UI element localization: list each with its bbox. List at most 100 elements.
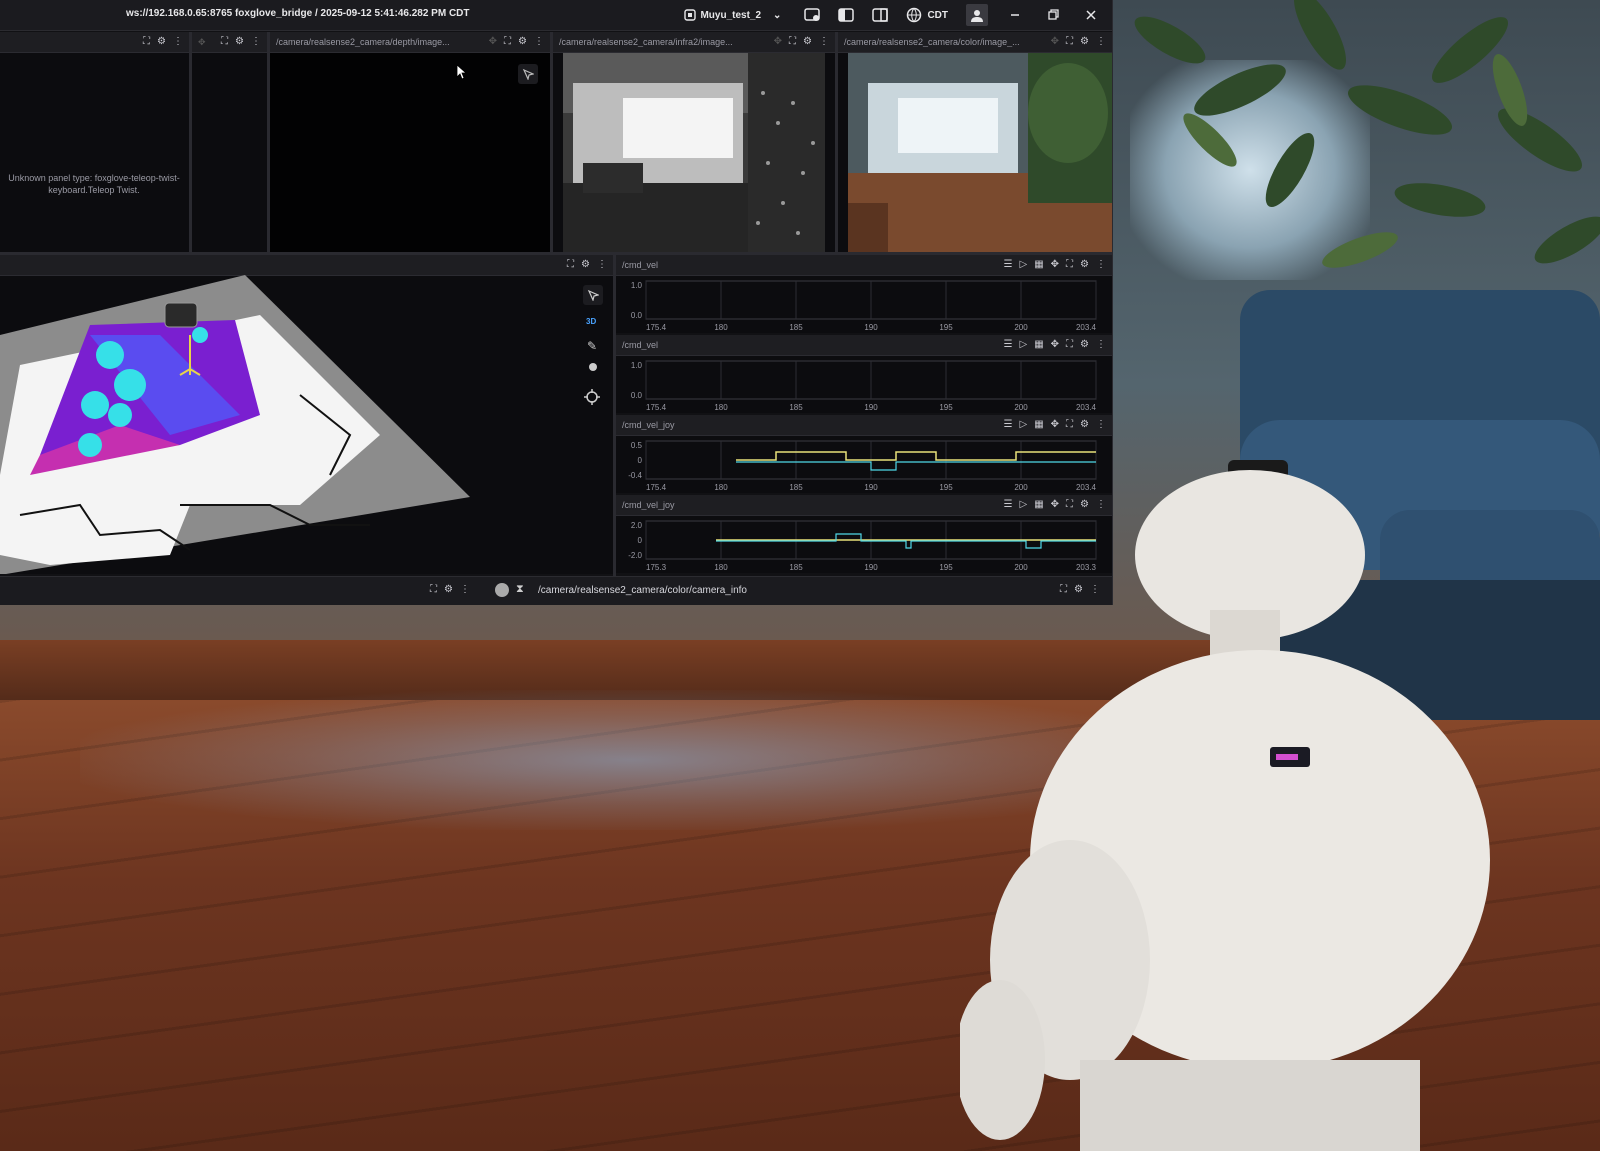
move-icon[interactable]: ✥ [198,37,206,47]
more-icon[interactable]: ⋮ [460,585,470,595]
globe-icon[interactable] [903,4,925,26]
more-icon[interactable]: ⋮ [1096,420,1106,430]
y-tick-label: 0 [638,536,643,545]
fullscreen-icon[interactable]: ⛶ [221,37,228,47]
fullscreen-icon[interactable]: ⛶ [1066,37,1073,47]
measure-ruler-icon[interactable]: ✎ [587,339,597,353]
save-icon[interactable]: ▦ [1034,260,1043,270]
close-window-icon[interactable] [1080,4,1102,26]
move-icon[interactable]: ✥ [1051,420,1059,430]
gear-icon[interactable]: ⚙ [235,37,244,47]
move-icon[interactable]: ✥ [774,37,782,47]
x-tick-label: 180 [714,483,728,492]
gear-icon[interactable]: ⚙ [518,37,527,47]
y-tick-label: 0 [638,456,643,465]
x-tick-label: 190 [864,563,878,572]
fullscreen-icon[interactable]: ⛶ [567,260,574,270]
layout-icon [684,9,697,21]
minimize-icon[interactable] [1004,4,1026,26]
save-icon[interactable]: ▦ [1034,420,1043,430]
play-icon[interactable]: ▷ [1019,420,1027,430]
plot-panel: /cmd_vel ☰ ▷ ▦ ✥ ⛶ ⚙ ⋮ 175.4 180 185 190 195 200 203.4… [616,335,1112,413]
move-icon[interactable]: ✥ [1051,340,1059,350]
gear-icon[interactable]: ⚙ [1080,37,1089,47]
point-marker-icon[interactable] [589,363,597,371]
fullscreen-icon[interactable]: ⛶ [1060,585,1067,595]
play-icon[interactable]: ▷ [1019,340,1027,350]
plot-chart: 175.4 180 185 190 195 200 203.4 1.0 0.0 [631,360,1097,412]
more-icon[interactable]: ⋮ [1090,585,1100,595]
gear-icon[interactable]: ⚙ [581,260,590,270]
fullscreen-icon[interactable]: ⛶ [1066,260,1073,270]
publish-point-button[interactable] [518,64,538,84]
panel-header: /camera/realsense2_camera/infra2/image..… [553,32,835,53]
list-icon[interactable]: ☰ [1004,420,1013,430]
gear-icon[interactable]: ⚙ [1074,585,1083,595]
fullscreen-icon[interactable]: ⛶ [1066,500,1073,510]
save-icon[interactable]: ▦ [1034,340,1043,350]
fullscreen-icon[interactable]: ⛶ [789,37,796,47]
play-icon[interactable]: ▷ [1019,500,1027,510]
gear-icon[interactable]: ⚙ [803,37,812,47]
project-selector[interactable]: Muyu_test_2 ⌄ [684,9,781,21]
topic-globe-icon[interactable] [495,583,509,597]
x-tick-label: 190 [864,403,878,412]
gear-icon[interactable]: ⚙ [444,585,453,595]
more-icon[interactable]: ⋮ [1096,500,1106,510]
gear-icon[interactable]: ⚙ [1080,340,1089,350]
restore-icon[interactable] [1042,4,1064,26]
plot-panel: /cmd_vel_joy ☰ ▷ ▦ ✥ ⛶ ⚙ ⋮ 175.4 180 185 190 195 200 2… [616,415,1112,493]
color-camera-image [848,53,1112,252]
save-icon[interactable]: ▦ [1034,500,1043,510]
timezone-label[interactable]: CDT [927,10,948,21]
fullscreen-icon[interactable]: ⛶ [504,37,511,47]
mouse-cursor-icon [456,64,468,80]
chevron-down-icon: ⌄ [773,9,782,21]
user-avatar-icon[interactable] [966,4,988,26]
more-icon[interactable]: ⋮ [1096,37,1106,47]
right-sidebar-toggle-icon[interactable] [869,4,891,26]
x-tick-label: 203.4 [1076,323,1097,332]
x-tick-label: 195 [939,403,953,412]
more-icon[interactable]: ⋮ [597,260,607,270]
title-bar: ws://192.168.0.65:8765 foxglove_bridge /… [0,0,1112,31]
fullscreen-icon[interactable]: ⛶ [1066,420,1073,430]
more-icon[interactable]: ⋮ [819,37,829,47]
move-icon[interactable]: ✥ [1051,500,1059,510]
list-icon[interactable]: ☰ [1004,500,1013,510]
recenter-icon[interactable] [584,389,600,405]
panel-header: ⛶ ⚙ ⋮ [0,32,189,53]
gear-icon[interactable]: ⚙ [1080,420,1089,430]
more-icon[interactable]: ⋮ [1096,340,1106,350]
list-icon[interactable]: ☰ [1004,260,1013,270]
publish-pose-button[interactable] [583,285,603,305]
more-icon[interactable]: ⋮ [534,37,544,47]
x-tick-label: 175.3 [646,563,667,572]
plot-chart: 175.3 180 185 190 195 200 203.3 2.0 0 -2.0 [628,520,1097,572]
fullscreen-icon[interactable]: ⛶ [430,585,437,595]
app-menu-icon[interactable] [801,4,823,26]
plot-chart: 175.4 180 185 190 195 200 203.4 0.5 0 -0.4 [628,440,1097,492]
list-icon[interactable]: ☰ [1004,340,1013,350]
panel-title: /camera/realsense2_camera/infra2/image..… [559,37,733,47]
project-name: Muyu_test_2 [700,9,762,21]
plot-title: /cmd_vel [622,260,659,270]
more-icon[interactable]: ⋮ [173,37,183,47]
more-icon[interactable]: ⋮ [251,37,261,47]
fullscreen-icon[interactable]: ⛶ [143,37,150,47]
gear-icon[interactable]: ⚙ [157,37,166,47]
3d-mode-toggle[interactable]: 3D [586,317,596,326]
play-icon[interactable]: ▷ [1019,260,1027,270]
move-icon[interactable]: ✥ [489,37,497,47]
move-icon[interactable]: ✥ [1051,37,1059,47]
x-tick-label: 200 [1014,323,1028,332]
more-icon[interactable]: ⋮ [1096,260,1106,270]
move-icon[interactable]: ✥ [1051,260,1059,270]
gear-icon[interactable]: ⚙ [1080,260,1089,270]
gear-icon[interactable]: ⚙ [1080,500,1089,510]
left-sidebar-toggle-icon[interactable] [835,4,857,26]
fullscreen-icon[interactable]: ⛶ [1066,340,1073,350]
camera-info-topic: /camera/realsense2_camera/color/camera_i… [538,585,747,596]
plot-title: /cmd_vel_joy [622,500,675,510]
panel-header: /camera/realsense2_camera/color/image_..… [838,32,1112,53]
